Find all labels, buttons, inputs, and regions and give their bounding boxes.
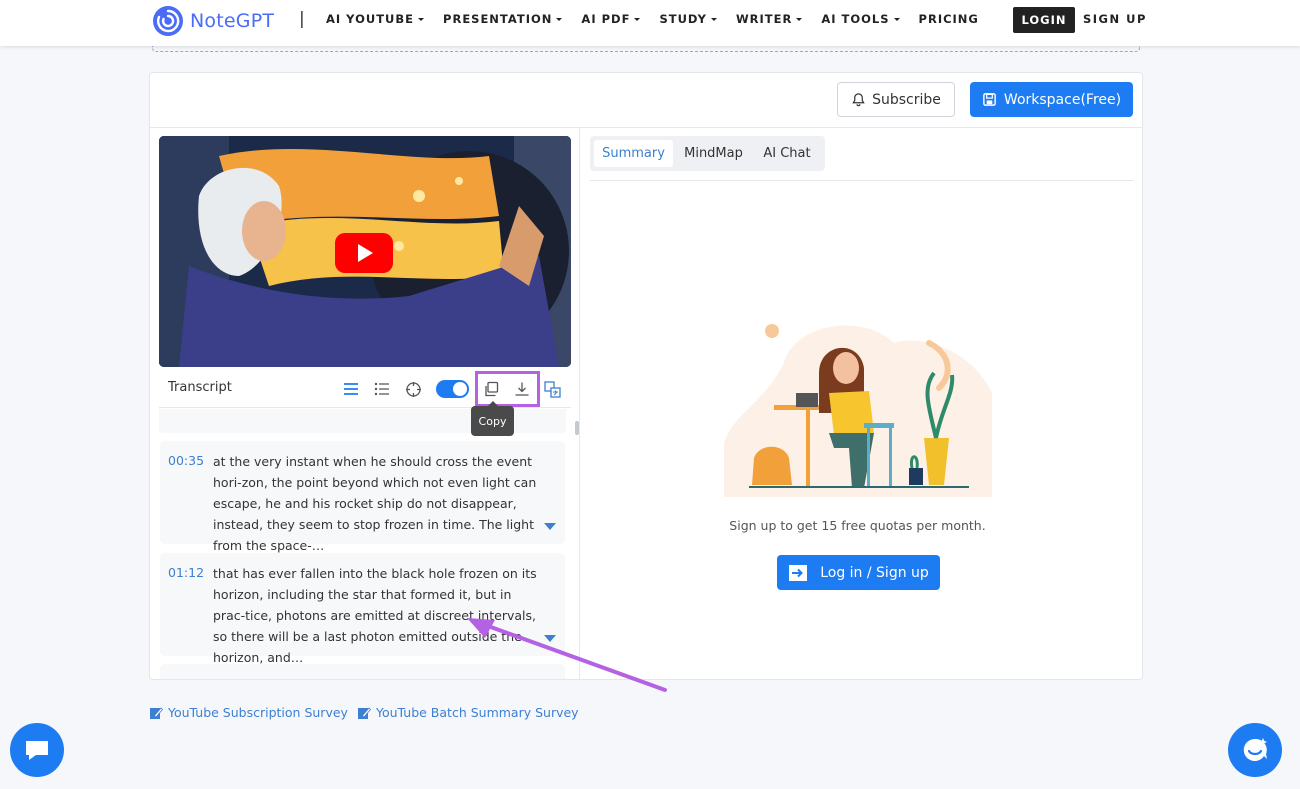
summary-tabs: Summary MindMap AI Chat <box>590 136 825 171</box>
bell-icon <box>852 93 865 107</box>
tabs-divider <box>590 180 1134 181</box>
workspace-button[interactable]: Workspace(Free) <box>970 82 1133 117</box>
nav-item-label: AI TOOLS <box>821 12 890 26</box>
chat-bubble-icon <box>26 741 48 760</box>
batch-summary-survey-link[interactable]: YouTube Batch Summary Survey <box>357 705 579 720</box>
survey-link-label: YouTube Batch Summary Survey <box>376 705 579 720</box>
nav-item-label: WRITER <box>735 12 793 26</box>
video-thumbnail[interactable] <box>159 136 571 367</box>
tab-mindmap[interactable]: MindMap <box>675 140 752 167</box>
caret-down-icon <box>556 17 563 21</box>
caret-down-icon <box>418 17 425 21</box>
transcript-pane: Transcript Copy 00:35 at the very instan… <box>150 128 580 679</box>
nav-item-label: AI YOUTUBE <box>326 12 415 26</box>
transcript-scrollbar[interactable] <box>575 421 579 435</box>
nav-item-ai-tools[interactable]: AI TOOLS <box>821 12 900 26</box>
youtube-play-button[interactable] <box>335 233 393 273</box>
nav-item-ai-youtube[interactable]: AI YOUTUBE <box>326 12 425 26</box>
login-button[interactable]: LOGIN <box>1013 7 1075 33</box>
caret-down-icon <box>634 17 641 21</box>
login-signup-label: Log in / Sign up <box>820 564 929 581</box>
survey-link-label: YouTube Subscription Survey <box>168 705 348 720</box>
nav-item-label: PRESENTATION <box>443 12 553 26</box>
brand-logo[interactable]: NoteGPT <box>152 5 274 37</box>
caret-down-icon <box>710 17 717 21</box>
input-area-edge <box>152 46 1140 52</box>
sparkle-chat-icon <box>1243 738 1267 761</box>
summary-card: Subscribe Workspace(Free) Transcript Cop… <box>149 72 1143 680</box>
nav-item-presentation[interactable]: PRESENTATION <box>443 12 563 26</box>
tab-summary[interactable]: Summary <box>594 140 673 167</box>
edit-note-icon <box>358 706 371 719</box>
transcript-toolbar: Transcript <box>159 370 571 408</box>
translate-icon[interactable] <box>542 379 562 399</box>
workspace-label: Workspace(Free) <box>1003 91 1122 108</box>
save-icon <box>983 93 996 106</box>
subscription-survey-link[interactable]: YouTube Subscription Survey <box>149 705 348 720</box>
summary-pane: Summary MindMap AI Chat Sign up to get 1… <box>581 128 1142 679</box>
timestamp-toggle-switch[interactable] <box>436 380 469 398</box>
notegpt-logo-icon <box>153 6 183 36</box>
copy-download-highlight <box>475 371 540 407</box>
edit-note-icon <box>150 706 163 719</box>
top-navbar: NoteGPT | AI YOUTUBE PRESENTATION AI PDF… <box>0 0 1300 46</box>
bulleted-list-icon[interactable] <box>372 379 392 399</box>
play-icon <box>358 244 373 262</box>
signup-link[interactable]: SIGN UP <box>1083 12 1147 26</box>
transcript-segment[interactable]: 00:35 at the very instant when he should… <box>160 441 565 553</box>
nav-item-writer[interactable]: WRITER <box>735 12 803 26</box>
segment-timestamp[interactable]: 01:12 <box>168 565 204 580</box>
nav-item-study[interactable]: STUDY <box>659 12 717 26</box>
nav-item-pricing[interactable]: PRICING <box>919 12 979 26</box>
nav-separator: | <box>299 9 305 29</box>
chat-support-button[interactable] <box>10 723 64 777</box>
nav-item-ai-pdf[interactable]: AI PDF <box>581 12 641 26</box>
caret-down-icon <box>796 17 803 21</box>
quota-message: Sign up to get 15 free quotas per month. <box>729 518 986 533</box>
tab-ai-chat[interactable]: AI Chat <box>754 140 820 167</box>
brand-name: NoteGPT <box>190 10 275 32</box>
caret-down-icon <box>893 17 900 21</box>
expand-arrow-icon[interactable] <box>544 523 556 530</box>
login-arrow-icon <box>789 564 808 581</box>
segment-text: at the very instant when he should cross… <box>213 454 537 553</box>
empty-state-illustration <box>724 324 992 497</box>
ai-assistant-button[interactable] <box>1228 723 1282 777</box>
nav-item-label: PRICING <box>918 12 979 26</box>
annotation-arrow <box>467 618 667 692</box>
list-icon[interactable] <box>341 379 361 399</box>
nav-item-label: AI PDF <box>581 12 631 26</box>
card-header: Subscribe Workspace(Free) <box>150 73 1142 128</box>
segment-timestamp[interactable]: 00:35 <box>168 453 204 468</box>
subscribe-label: Subscribe <box>872 91 941 108</box>
subscribe-button[interactable]: Subscribe <box>837 82 955 117</box>
crosshair-icon[interactable] <box>403 379 423 399</box>
nav-menu: AI YOUTUBE PRESENTATION AI PDF STUDY WRI… <box>326 12 998 26</box>
nav-item-label: STUDY <box>659 12 707 26</box>
copy-tooltip: Copy <box>471 401 514 436</box>
transcript-label: Transcript <box>168 380 232 395</box>
login-signup-button[interactable]: Log in / Sign up <box>777 555 940 590</box>
